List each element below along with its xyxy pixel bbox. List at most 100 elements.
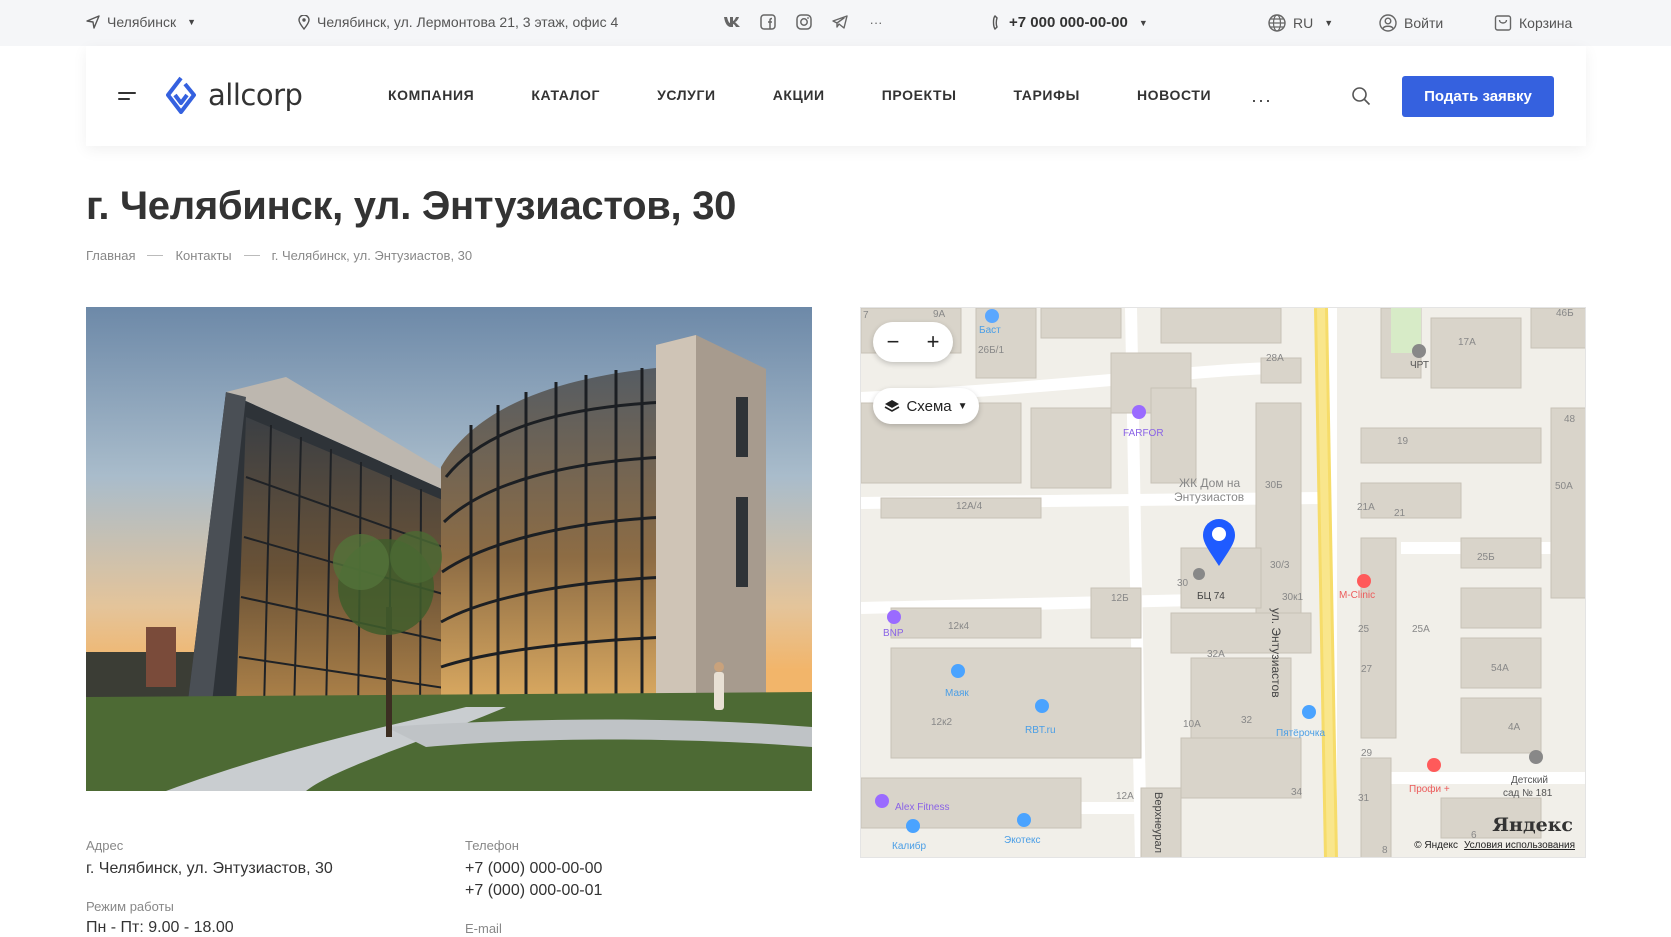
map-copyright: © Яндекс Условия использования [1414, 840, 1575, 851]
cart-label: Корзина [1519, 15, 1573, 31]
map-label: FARFOR [1123, 428, 1164, 439]
map-label: RBT.ru [1025, 725, 1056, 736]
map-label: Баст [979, 325, 1001, 336]
address-text: Челябинск, ул. Лермонтова 21, 3 этаж, оф… [317, 14, 619, 30]
yandex-logo[interactable]: Яндекс [1492, 814, 1573, 836]
nav-item-company[interactable]: КОМПАНИЯ [388, 87, 474, 103]
map-label: сад № 181 [1503, 788, 1553, 799]
map-label: 31 [1358, 793, 1370, 804]
map-label: 32А [1207, 649, 1225, 660]
breadcrumb-home[interactable]: Главная [86, 248, 135, 263]
map-label: Профи + [1409, 784, 1450, 795]
nav-item-services[interactable]: УСЛУГИ [657, 87, 716, 103]
map-label: 4А [1508, 722, 1521, 733]
map-label: 17А [1458, 337, 1476, 348]
map-label: 30Б [1265, 480, 1283, 491]
map-label: ЧРТ [1410, 360, 1429, 371]
map-label: 21 [1394, 508, 1406, 519]
instagram-icon[interactable] [795, 13, 813, 31]
telegram-icon[interactable] [831, 13, 849, 31]
address-value: г. Челябинск, ул. Энтузиастов, 30 [86, 860, 333, 877]
hours-value: Пн - Пт: 9.00 - 18.00 [86, 919, 234, 936]
map-label: BNP [883, 628, 904, 639]
logo-text: allcorp [208, 78, 303, 112]
map-label: Alex Fitness [895, 802, 950, 813]
submit-request-button[interactable]: Подать заявку [1402, 76, 1554, 117]
map-label: 9А [933, 309, 946, 320]
phone-label: Телефон [465, 838, 519, 853]
terms-link[interactable]: Условия использования [1464, 840, 1575, 851]
phone-number: +7 000 000-00-00 [1009, 14, 1128, 31]
search-icon[interactable] [1351, 86, 1371, 111]
nav-item-projects[interactable]: ПРОЕКТЫ [882, 87, 957, 103]
city-selector[interactable]: Челябинск ▼ [86, 14, 196, 30]
map-label: Энтузиастов [1174, 490, 1245, 504]
map-label: 32 [1241, 715, 1253, 726]
chevron-down-icon: ▼ [187, 17, 197, 27]
main-header: allcorp КОМПАНИЯ КАТАЛОГ УСЛУГИ АКЦИИ ПР… [86, 46, 1586, 146]
map-label: 12к2 [931, 717, 953, 728]
map-label: 28А [1266, 353, 1284, 364]
chevron-down-icon: ▼ [1138, 17, 1148, 28]
map-label: 26Б/1 [978, 345, 1005, 356]
map-label: 19 [1397, 436, 1409, 447]
user-icon [1379, 14, 1397, 32]
map-label: 30к1 [1282, 592, 1304, 603]
map-label: 12А [1116, 791, 1134, 802]
map-label: 54А [1491, 663, 1509, 674]
map-label: 12к4 [948, 621, 970, 632]
map-label: Калибр [892, 841, 927, 852]
map-label: Детский [1511, 775, 1549, 786]
yandex-map[interactable]: − + Схема ▼ 7 9А Баст 26Б/1 28А 17А ЧРТ … [860, 307, 1586, 858]
location-arrow-icon [86, 15, 100, 29]
city-label: Челябинск [107, 14, 177, 30]
phone-value-1[interactable]: +7 (000) 000-00-00 [465, 860, 602, 878]
phone-icon [992, 15, 998, 30]
office-address: Челябинск, ул. Лермонтова 21, 3 этаж, оф… [298, 14, 618, 30]
login-link[interactable]: Войти [1379, 14, 1443, 32]
nav-item-tariffs[interactable]: ТАРИФЫ [1014, 87, 1080, 103]
map-label: 30 [1177, 578, 1189, 589]
office-photo [86, 307, 812, 791]
map-label: 21А [1357, 502, 1375, 513]
map-label: Маяк [945, 688, 969, 699]
map-label: M-Clinic [1339, 590, 1376, 601]
address-label: Адрес [86, 838, 124, 853]
map-label: 50А [1555, 481, 1573, 492]
language-selector[interactable]: RU ▼ [1268, 14, 1333, 32]
copyright-text: © Яндекс [1414, 840, 1458, 851]
page-title: г. Челябинск, ул. Энтузиастов, 30 [86, 184, 737, 228]
cart-link[interactable]: Корзина [1494, 14, 1572, 32]
vk-icon[interactable] [723, 13, 741, 31]
map-label: Пятёрочка [1276, 728, 1326, 739]
breadcrumb-separator [243, 255, 260, 256]
map-label: ЖК Дом на [1179, 476, 1241, 490]
map-label: 30/3 [1270, 560, 1290, 571]
phone-selector[interactable]: +7 000 000-00-00 ▼ [992, 14, 1148, 31]
main-nav: КОМПАНИЯ КАТАЛОГ УСЛУГИ АКЦИИ ПРОЕКТЫ ТА… [388, 87, 1211, 103]
map-label: 7 [863, 310, 869, 321]
nav-more-icon[interactable]: ··· [1251, 90, 1272, 111]
more-icon[interactable]: ··· [867, 13, 885, 31]
map-label: 12Б [1111, 593, 1129, 604]
map-label: 10А [1183, 719, 1201, 730]
nav-item-catalog[interactable]: КАТАЛОГ [531, 87, 600, 103]
email-label: E-mail [465, 921, 502, 936]
logo[interactable]: allcorp [164, 76, 303, 114]
map-label: 25 [1358, 624, 1370, 635]
allcorp-logo-icon [166, 76, 196, 114]
map-label: 8 [1382, 845, 1388, 856]
map-label: ул. Энтузиастов [1269, 608, 1283, 698]
hours-label: Режим работы [86, 899, 174, 914]
breadcrumb-contacts[interactable]: Контакты [175, 248, 231, 263]
nav-item-news[interactable]: НОВОСТИ [1137, 87, 1211, 103]
top-bar: Челябинск ▼ Челябинск, ул. Лермонтова 21,… [0, 0, 1671, 46]
login-label: Войти [1404, 15, 1444, 31]
facebook-icon[interactable] [759, 13, 777, 31]
menu-icon[interactable] [118, 92, 136, 104]
breadcrumb: Главная Контакты г. Челябинск, ул. Энтуз… [86, 248, 472, 263]
nav-item-promotions[interactable]: АКЦИИ [773, 87, 825, 103]
map-label: 25А [1412, 624, 1430, 635]
language-label: RU [1293, 15, 1314, 31]
phone-value-2[interactable]: +7 (000) 000-00-01 [465, 882, 602, 900]
